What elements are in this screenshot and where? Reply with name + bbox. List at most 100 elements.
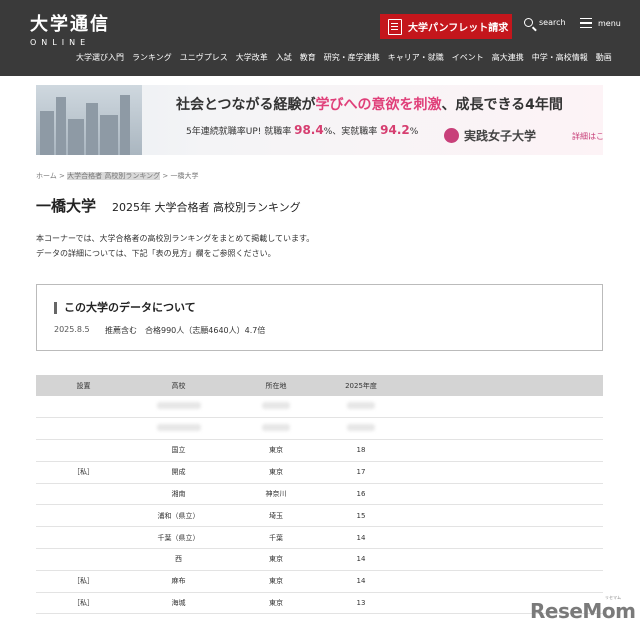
nav-item-school-info[interactable]: 中学・高校情報	[532, 52, 588, 63]
table-cell	[36, 396, 131, 419]
ranking-subtitle: 2025年 大学合格者 高校別ランキング	[112, 201, 301, 214]
search-button[interactable]: search	[524, 18, 566, 27]
cell-location: 東京	[226, 548, 326, 571]
cell-count: 15	[326, 504, 396, 528]
intro-line-1: 本コーナーでは、大学合格者の高校別ランキングをまとめて掲載しています。	[36, 234, 315, 243]
table-cell	[226, 417, 326, 441]
table-cell	[396, 548, 603, 571]
banner-stats-mid: %、実就職率	[323, 127, 378, 137]
university-seal-icon	[444, 128, 459, 143]
nav-item-reform[interactable]: 大学改革	[236, 52, 268, 63]
nav-item-event[interactable]: イベント	[452, 52, 484, 63]
header-2025: 2025年度	[326, 375, 396, 396]
cell-location: 千葉	[226, 526, 326, 550]
table-row: ［私］ 開成 東京 17	[36, 461, 603, 484]
cell-location: 埼玉	[226, 504, 326, 528]
main-nav: 大学選び入門 ランキング ユニヴプレス 大学改革 入試 教育 研究・産学連携 キ…	[76, 52, 612, 63]
redacted-text	[262, 402, 290, 410]
hamburger-icon	[580, 18, 592, 28]
cell-type: ［私］	[36, 461, 131, 484]
nav-item-highschool-link[interactable]: 高大連携	[492, 52, 524, 63]
table-cell	[396, 570, 603, 593]
table-cell	[131, 417, 226, 441]
university-data-box: この大学のデータについて 2025.8.5 推薦含む 合格990人（志願4640…	[36, 284, 603, 351]
ad-banner[interactable]: 社会とつながる経験が学びへの意欲を刺激、成長できる4年間 5年連続就職率UP! …	[36, 85, 603, 155]
breadcrumb-separator: >	[59, 172, 65, 180]
cell-count: 17	[326, 461, 396, 484]
cell-count: 14	[326, 570, 396, 593]
table-cell	[36, 417, 131, 441]
breadcrumb-home[interactable]: ホーム	[36, 172, 57, 180]
cell-count: 18	[326, 439, 396, 462]
table-cell	[131, 396, 226, 419]
cell-school: 開成	[131, 461, 226, 484]
redacted-text	[156, 402, 201, 410]
cell-type	[36, 504, 131, 528]
table-cell	[396, 526, 603, 550]
banner-headline-emphasis: 学びへの意欲を刺激	[315, 97, 442, 113]
banner-real-employment-rate: 94.2	[380, 123, 410, 137]
nav-item-research[interactable]: 研究・産学連携	[324, 52, 380, 63]
redacted-text	[262, 424, 290, 432]
cell-count: 14	[326, 526, 396, 550]
cell-count: 16	[326, 483, 396, 506]
data-box-title: この大学のデータについて	[54, 302, 196, 314]
menu-button[interactable]: menu	[580, 18, 621, 28]
cell-type	[36, 483, 131, 506]
nav-item-guide[interactable]: 大学選び入門	[76, 52, 124, 63]
banner-headline: 社会とつながる経験が学びへの意欲を刺激、成長できる4年間	[176, 94, 563, 114]
table-row: 西 東京 14	[36, 548, 603, 571]
pamphlet-request-button[interactable]: 大学パンフレット請求	[380, 14, 512, 39]
nav-item-education[interactable]: 教育	[300, 52, 316, 63]
banner-cta-link[interactable]: 詳細はこちら ›	[572, 131, 603, 142]
cell-type	[36, 526, 131, 550]
nav-item-video[interactable]: 動画	[596, 52, 612, 63]
header-type: 設置	[36, 375, 131, 396]
site-header: 大学通信 ONLINE 大学パンフレット請求 search menu 大学選び入…	[0, 0, 640, 76]
nav-item-ranking[interactable]: ランキング	[132, 52, 172, 63]
table-header-row: 設置 高校 所在地 2025年度	[36, 375, 603, 396]
logo-main-text: 大学通信	[30, 14, 110, 35]
cell-location: 東京	[226, 570, 326, 593]
cell-count: 13	[326, 592, 396, 615]
cell-school: 西	[131, 548, 226, 571]
header-spacer	[396, 375, 603, 396]
menu-label: menu	[598, 18, 621, 28]
cell-count: 14	[326, 548, 396, 571]
redacted-text	[347, 402, 375, 410]
table-row-redacted	[36, 396, 603, 419]
nav-item-univpress[interactable]: ユニヴプレス	[180, 52, 228, 63]
ranking-table: 設置 高校 所在地 2025年度 国立 東京 18 ［私］ 開成 東京 17 湘…	[36, 375, 603, 615]
breadcrumb-ranking[interactable]: 大学合格者 高校別ランキング	[67, 172, 161, 180]
intro-text: 本コーナーでは、大学合格者の高校別ランキングをまとめて掲載しています。 データの…	[36, 231, 314, 261]
table-cell	[396, 483, 603, 506]
pamphlet-request-label: 大学パンフレット請求	[408, 23, 509, 34]
table-cell	[396, 439, 603, 462]
table-row: ［私］ 海城 東京 13	[36, 592, 603, 615]
banner-headline-post: 、成長できる4年間	[441, 97, 563, 113]
banner-stats: 5年連続就職率UP! 就職率 98.4%、実就職率 94.2%	[186, 123, 418, 137]
breadcrumb-current: 一橋大学	[170, 172, 199, 180]
table-cell	[326, 417, 396, 441]
site-logo[interactable]: 大学通信 ONLINE	[30, 14, 110, 48]
cell-location: 東京	[226, 592, 326, 615]
banner-university-name: 実践女子大学	[464, 129, 537, 143]
banner-stats-post: %	[409, 127, 419, 137]
nav-item-exam[interactable]: 入試	[276, 52, 292, 63]
table-row: 湘南 神奈川 16	[36, 483, 603, 506]
logo-sub-text: ONLINE	[30, 38, 91, 47]
redacted-text	[156, 424, 201, 432]
table-cell	[396, 417, 603, 441]
cell-location: 神奈川	[226, 483, 326, 506]
cell-type: ［私］	[36, 592, 131, 615]
nav-item-career[interactable]: キャリア・就職	[388, 52, 444, 63]
intro-line-2: データの詳細については、下記「表の見方」欄をご参照ください。	[36, 249, 276, 258]
header-location: 所在地	[226, 375, 326, 396]
banner-cta-label: 詳細はこちら	[572, 132, 603, 141]
resemom-watermark: ReseMom	[530, 599, 636, 623]
page-title: 一橋大学	[36, 197, 97, 215]
breadcrumb-separator: >	[162, 172, 169, 180]
cell-school: 千葉（県立）	[131, 526, 226, 550]
table-row: 千葉（県立） 千葉 14	[36, 526, 603, 550]
search-label: search	[539, 18, 566, 27]
